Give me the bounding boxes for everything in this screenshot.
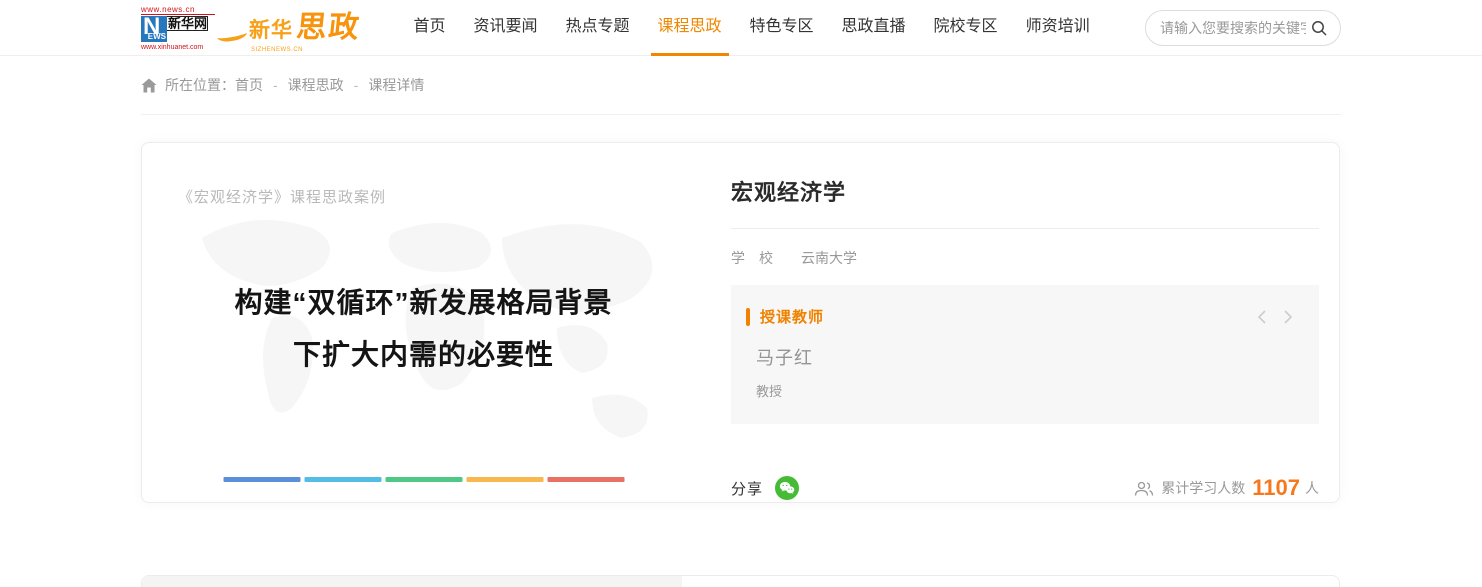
stats-unit: 人 [1305,478,1319,498]
share-row: 分享 [731,475,1319,501]
breadcrumb: 所在位置： 首页 - 课程思政 - 课程详情 [141,56,1341,115]
cover-color-bars [223,477,624,482]
carousel-next-button[interactable] [1281,308,1295,326]
people-icon [1134,480,1154,497]
nav-item-live[interactable]: 思政直播 [828,0,920,56]
search-icon[interactable] [1310,19,1328,37]
school-row: 学 校 云南大学 [731,229,1319,285]
stats-label: 累计学习人数 [1161,478,1245,498]
breadcrumb-separator: - [354,77,359,93]
site-logo[interactable]: www.news.cn N EWS 新华网 www.xinhuanet.com … [141,4,361,52]
home-icon[interactable] [141,78,157,93]
course-description-card-partial [141,575,1340,587]
color-bar [223,477,300,482]
share-label: 分享 [731,478,763,499]
nav-item-special-zone[interactable]: 特色专区 [736,0,828,56]
brand-sizheng-text: 思政 [295,2,364,46]
orange-accent-bar [746,308,750,326]
cover-title-line1: 构建“双循环”新发展格局背景 [168,277,679,329]
breadcrumb-home[interactable]: 首页 [235,75,263,95]
color-bar [547,477,624,482]
teacher-section-heading: 授课教师 [760,306,824,327]
color-bar [304,477,381,482]
carousel-prev-button[interactable] [1255,308,1269,326]
course-detail-card: 《宏观经济学》课程思政案例 构建“双循环”新发展格局背景 下扩大内需的必要性 宏… [141,142,1340,503]
xinhuanet-url-text: www.xinhuanet.com [141,43,215,52]
course-cover-image: 《宏观经济学》课程思政案例 构建“双循环”新发展格局背景 下扩大内需的必要性 [142,143,705,502]
nav-item-teacher-training[interactable]: 师资培训 [1012,0,1104,56]
bottom-tab-strip [142,576,682,587]
search-input[interactable] [1160,20,1306,36]
teacher-rank: 教授 [756,381,1303,400]
search-box[interactable] [1145,10,1341,46]
main-nav: 首页 资讯要闻 热点专题 课程思政 特色专区 思政直播 院校专区 师资培训 [399,0,1103,56]
nav-item-hot-topics[interactable]: 热点专题 [551,0,643,56]
cover-title-line2: 下扩大内需的必要性 [168,329,679,381]
course-title: 宏观经济学 [731,175,1319,207]
nav-item-college-zone[interactable]: 院校专区 [920,0,1012,56]
teacher-name[interactable]: 马子红 [756,344,1303,370]
course-case-label: 《宏观经济学》课程思政案例 [178,186,679,207]
course-cover-title: 构建“双循环”新发展格局背景 下扩大内需的必要性 [168,277,679,381]
brand-domain-text: SIZHENEWS.CN [251,47,303,53]
xinhuawang-text: 新华网 [167,16,208,31]
learner-stats: 累计学习人数 1107 人 [1134,475,1319,501]
wechat-share-icon[interactable] [775,476,799,500]
nav-item-news[interactable]: 资讯要闻 [459,0,551,56]
logo-swoosh-icon [216,26,248,43]
color-bar [466,477,543,482]
learner-count: 1107 [1252,475,1300,501]
color-bar [385,477,462,482]
school-name: 云南大学 [801,248,857,268]
site-header: www.news.cn N EWS 新华网 www.xinhuanet.com … [0,0,1482,56]
breadcrumb-separator: - [273,77,278,93]
xinhuanet-logo: www.news.cn N EWS 新华网 www.xinhuanet.com [141,5,215,52]
sizheng-brand: 新华 思政 SIZHENEWS.CN [249,2,361,54]
brand-xinhua-text: 新华 [249,19,293,42]
school-label: 学 校 [731,248,773,268]
nav-item-home[interactable]: 首页 [399,0,459,56]
active-tab-indicator [651,53,729,56]
breadcrumb-course-detail: 课程详情 [368,75,424,95]
course-info-panel: 宏观经济学 学 校 云南大学 授课教师 [705,143,1339,502]
breadcrumb-course-sizheng[interactable]: 课程思政 [288,75,344,95]
nav-item-course-sizheng[interactable]: 课程思政 [644,0,736,56]
teacher-section: 授课教师 马子红 教授 [731,285,1319,424]
n-logo-icon: N EWS [141,16,167,42]
breadcrumb-prefix: 所在位置： [165,75,235,95]
page: www.news.cn N EWS 新华网 www.xinhuanet.com … [0,0,1482,587]
